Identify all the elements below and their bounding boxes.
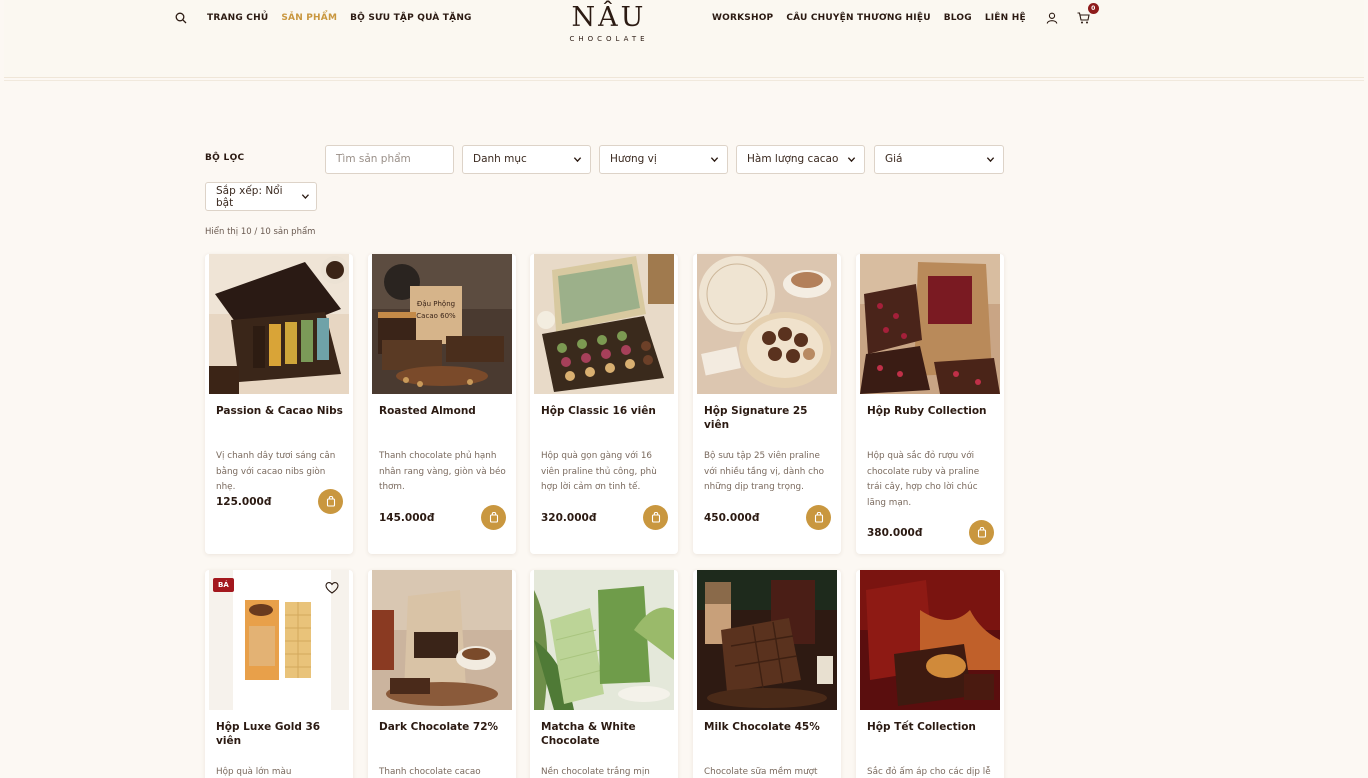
nav-contact[interactable]: LIÊN HỆ [985, 13, 1026, 23]
product-image[interactable] [534, 254, 674, 394]
brand-tagline: CHOCOLATE [569, 35, 649, 43]
product-card[interactable]: Hộp Signature 25 viên Bộ sưu tập 25 viên… [693, 254, 841, 554]
product-description: Nền chocolate trắng mịn béo [541, 767, 650, 777]
product-name[interactable]: Hộp Signature 25 viên [704, 404, 832, 432]
add-to-cart-button[interactable] [969, 520, 994, 545]
flavor-select[interactable]: Hương vị [599, 145, 728, 174]
add-to-cart-button[interactable] [481, 505, 506, 530]
product-description: Sắc đỏ ấm áp cho các dịp lễ [867, 767, 991, 777]
brand-name: NÂU [571, 2, 647, 33]
product-description: Chocolate sữa mềm mượt [704, 767, 818, 777]
sort-select-value: Sắp xếp: Nổi bật [216, 184, 283, 209]
product-image[interactable] [209, 254, 349, 394]
product-card[interactable]: Hộp Ruby Collection Hộp quà sắc đỏ rượu … [856, 254, 1004, 554]
product-price: 380.000đ [867, 527, 923, 539]
cacao-select-value: Hàm lượng cacao [747, 153, 839, 165]
product-card[interactable]: BÁ Hộp Luxe Gold 36 viên Hộp quà lớn màu… [205, 570, 353, 778]
product-image[interactable]: Đậu Phộng Cacao 60% [372, 254, 512, 394]
product-search-input[interactable]: Tìm sản phẩm [325, 145, 454, 174]
add-to-cart-button[interactable] [806, 505, 831, 530]
nav-left: TRANG CHỦ SẢN PHẨM BỘ SƯU TẬP QUÀ TẶNG [172, 11, 485, 25]
product-description: Bộ sưu tập 25 viên praline với nhiều tần… [704, 451, 824, 492]
nav-home[interactable]: TRANG CHỦ [207, 13, 268, 23]
user-icon[interactable] [1043, 11, 1061, 25]
cacao-content-select[interactable]: Hàm lượng cacao [736, 145, 865, 174]
site-header: TRANG CHỦ SẢN PHẨM BỘ SƯU TẬP QUÀ TẶNG N… [4, 0, 1364, 78]
chevron-down-icon [847, 157, 856, 163]
product-card[interactable]: Dark Chocolate 72% Thanh chocolate cacao [368, 570, 516, 778]
result-count: Hiển thị 10 / 10 sản phẩm [205, 227, 316, 237]
product-description: Vị chanh dây tươi sáng cân bằng với caca… [216, 451, 336, 492]
product-description: Hộp quà sắc đỏ rượu với chocolate ruby v… [867, 451, 980, 508]
shopping-bag-icon [326, 496, 335, 507]
svg-text:Cacao 60%: Cacao 60% [416, 312, 456, 320]
price-select[interactable]: Giá [874, 145, 1004, 174]
chevron-down-icon [302, 194, 310, 200]
product-image[interactable] [860, 254, 1000, 394]
product-description: Thanh chocolate phủ hạnh nhân rang vàng,… [379, 451, 506, 492]
sort-select[interactable]: Sắp xếp: Nổi bật [205, 182, 317, 211]
shopping-bag-icon [651, 512, 660, 523]
header-divider [4, 80, 1364, 81]
product-name[interactable]: Dark Chocolate 72% [379, 720, 507, 734]
product-description: Hộp quà gọn gàng với 16 viên praline thủ… [541, 451, 657, 492]
shopping-bag-icon [489, 512, 498, 523]
product-card[interactable]: Matcha & White Chocolate Nền chocolate t… [530, 570, 678, 778]
brand-logo[interactable]: NÂU CHOCOLATE [559, 2, 659, 43]
nav-gift-collection[interactable]: BỘ SƯU TẬP QUÀ TẶNG [350, 13, 472, 23]
product-name[interactable]: Passion & Cacao Nibs [216, 404, 344, 418]
product-image[interactable] [697, 254, 837, 394]
price-select-value: Giá [885, 153, 903, 165]
product-price: 320.000đ [541, 512, 597, 524]
chevron-down-icon [710, 157, 719, 163]
nav-products[interactable]: SẢN PHẨM [281, 13, 337, 23]
filter-label: BỘ LỌC [205, 153, 245, 163]
nav-workshop[interactable]: WORKSHOP [712, 13, 773, 23]
product-name[interactable]: Hộp Luxe Gold 36 viên [216, 720, 344, 748]
heart-icon[interactable] [325, 581, 339, 595]
add-to-cart-button[interactable] [318, 489, 343, 514]
product-card[interactable]: Passion & Cacao Nibs Vị chanh dây tươi s… [205, 254, 353, 554]
nav-blog[interactable]: BLOG [944, 13, 972, 23]
product-name[interactable]: Milk Chocolate 45% [704, 720, 832, 734]
product-card[interactable]: Milk Chocolate 45% Chocolate sữa mềm mượ… [693, 570, 841, 778]
product-card[interactable]: Hộp Tết Collection Sắc đỏ ấm áp cho các … [856, 570, 1004, 778]
product-image[interactable] [697, 570, 837, 710]
search-placeholder: Tìm sản phẩm [336, 153, 411, 165]
product-price: 450.000đ [704, 512, 760, 524]
cart-icon[interactable]: 0 [1075, 3, 1099, 25]
cart-count-badge: 0 [1087, 3, 1099, 14]
svg-text:Đậu Phộng: Đậu Phộng [417, 300, 455, 308]
product-card[interactable]: Đậu Phộng Cacao 60% Roasted Almond Thanh… [368, 254, 516, 554]
product-description: Thanh chocolate cacao [379, 767, 481, 777]
product-name[interactable]: Hộp Ruby Collection [867, 404, 995, 418]
shopping-bag-icon [977, 527, 986, 538]
shopping-bag-icon [814, 512, 823, 523]
product-card[interactable]: Hộp Classic 16 viên Hộp quà gọn gàng với… [530, 254, 678, 554]
category-select-value: Danh mục [473, 153, 527, 165]
product-name[interactable]: Hộp Tết Collection [867, 720, 995, 734]
product-grid: Passion & Cacao Nibs Vị chanh dây tươi s… [205, 254, 1005, 778]
product-name[interactable]: Hộp Classic 16 viên [541, 404, 669, 418]
nav-right: WORKSHOP CÂU CHUYỆN THƯƠNG HIỆU BLOG LIÊ… [712, 3, 1107, 25]
flavor-select-value: Hương vị [610, 153, 657, 165]
product-image[interactable] [860, 570, 1000, 710]
category-select[interactable]: Danh mục [462, 145, 591, 174]
chevron-down-icon [986, 157, 995, 163]
product-description: Hộp quà lớn màu champagne [216, 767, 292, 777]
product-image[interactable] [372, 570, 512, 710]
sale-badge: BÁ [213, 578, 234, 592]
product-name[interactable]: Roasted Almond [379, 404, 507, 418]
product-price: 125.000đ [216, 496, 272, 508]
add-to-cart-button[interactable] [643, 505, 668, 530]
product-image[interactable] [534, 570, 674, 710]
product-price: 145.000đ [379, 512, 435, 524]
chevron-down-icon [573, 157, 582, 163]
product-name[interactable]: Matcha & White Chocolate [541, 720, 669, 748]
nav-brand-story[interactable]: CÂU CHUYỆN THƯƠNG HIỆU [786, 13, 930, 23]
search-icon[interactable] [172, 11, 190, 25]
